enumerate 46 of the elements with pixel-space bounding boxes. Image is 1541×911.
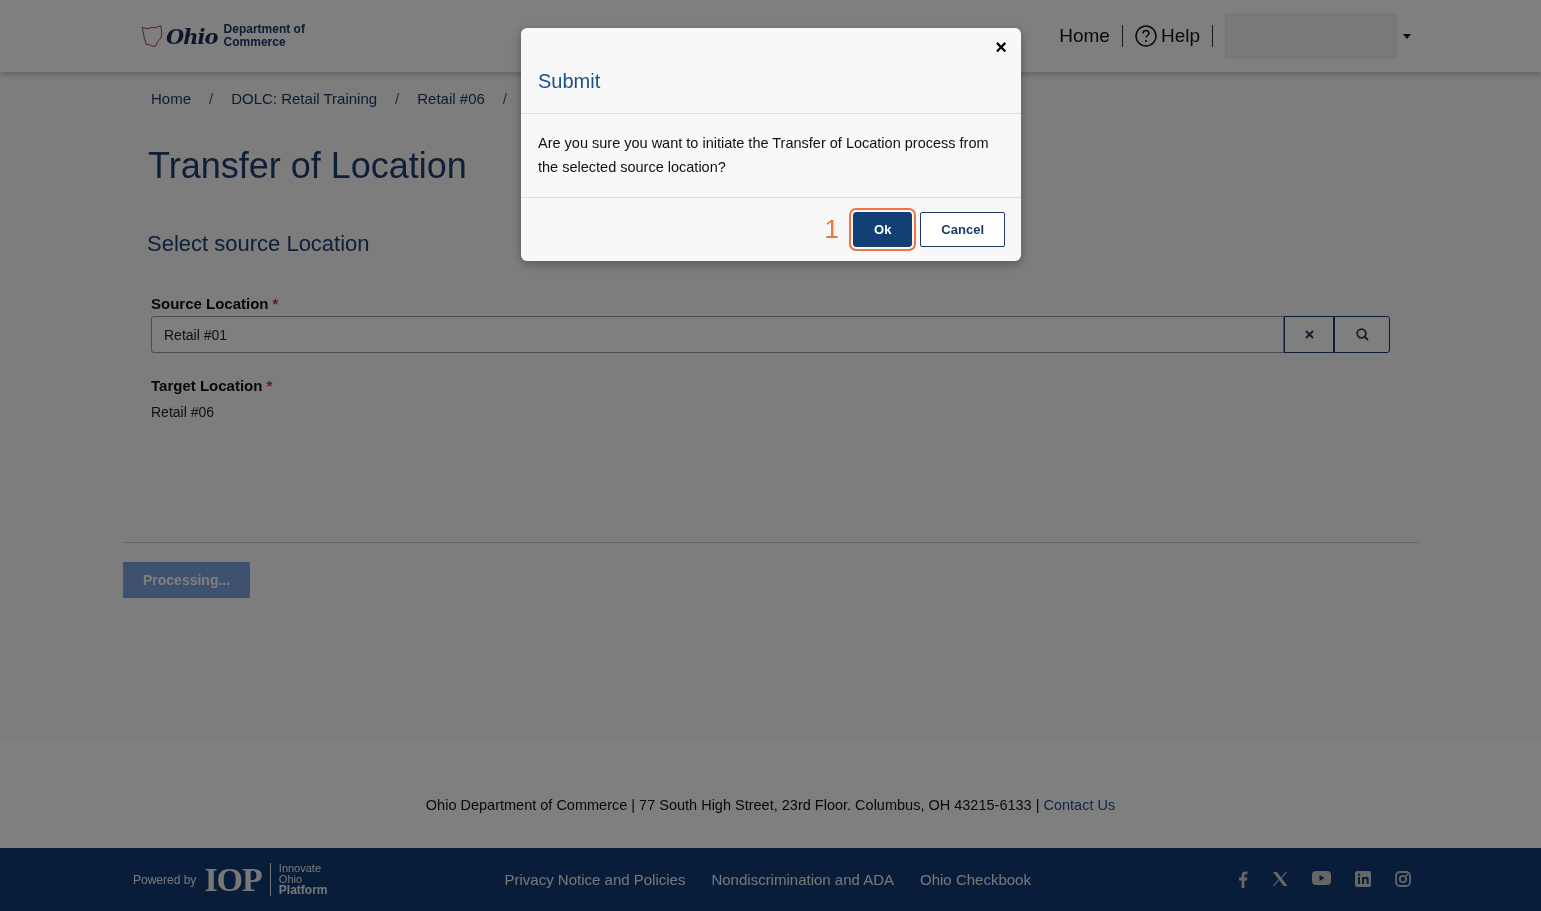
footer-address: Ohio Department of Commerce | 77 South High Street, 23rd Floor. Columbus, OH 43215-6133 | — [425, 797, 1040, 813]
contact-link[interactable]: Contact Us — [1043, 797, 1116, 813]
target-location-value: Retail #06 — [151, 404, 215, 420]
platform-name: Platform — [278, 885, 328, 896]
search-icon — [1355, 328, 1369, 341]
x-icon[interactable] — [1272, 871, 1288, 887]
page-title: Transfer of Location — [148, 145, 467, 187]
field-label: Target Location — [151, 377, 263, 394]
breadcrumb-link[interactable]: Retail #06 — [417, 90, 485, 107]
breadcrumb-separator: / — [502, 90, 507, 107]
close-button[interactable]: × — [995, 36, 1007, 59]
search-button[interactable] — [1334, 316, 1390, 353]
clear-button[interactable] — [1284, 316, 1334, 353]
platform-logo: IOP — [204, 860, 262, 899]
footer-link[interactable]: Nondiscrimination and ADA — [711, 871, 895, 888]
linkedin-icon[interactable] — [1355, 871, 1371, 887]
footer-link[interactable]: Ohio Checkbook — [920, 871, 1031, 888]
breadcrumb-link[interactable]: DOLC: Retail Training — [231, 90, 378, 107]
breadcrumb-link[interactable]: Home — [151, 90, 191, 107]
source-location-field[interactable]: Retail #01 — [151, 316, 1284, 353]
powered-by-text: Powered by — [133, 872, 197, 887]
caret-icon[interactable] — [1403, 33, 1411, 39]
platform-name: Ohio — [278, 874, 304, 885]
breadcrumb-separator: / — [395, 90, 400, 107]
platform-name: Innovate — [278, 863, 323, 874]
state-outline-icon — [140, 24, 164, 48]
required-mark: * — [266, 377, 273, 394]
help-icon — [1134, 25, 1157, 47]
section-title: Select source Location — [147, 231, 370, 257]
close-icon — [1304, 330, 1314, 339]
required-mark: * — [272, 295, 279, 312]
home-link[interactable]: Home — [1047, 25, 1123, 47]
logo-script: Ohio — [166, 23, 218, 49]
dialog-message: Are you sure you want to initiate the Transfer of Location process from the selected source location? — [521, 114, 1021, 198]
logo-text: Commerce — [223, 36, 286, 49]
cancel-button[interactable]: Cancel — [920, 212, 1005, 247]
breadcrumb-separator: / — [209, 90, 214, 107]
help-link[interactable]: Help — [1122, 25, 1213, 47]
logo-text: Department of — [223, 23, 305, 36]
youtube-icon[interactable] — [1312, 871, 1331, 885]
annotation-number: 1 — [824, 214, 839, 245]
facebook-icon[interactable] — [1238, 871, 1248, 888]
instagram-icon[interactable] — [1395, 871, 1411, 887]
field-label: Source Location — [151, 295, 269, 312]
dialog-title: Submit — [538, 70, 601, 93]
footer-link[interactable]: Privacy Notice and Policies — [504, 871, 686, 888]
